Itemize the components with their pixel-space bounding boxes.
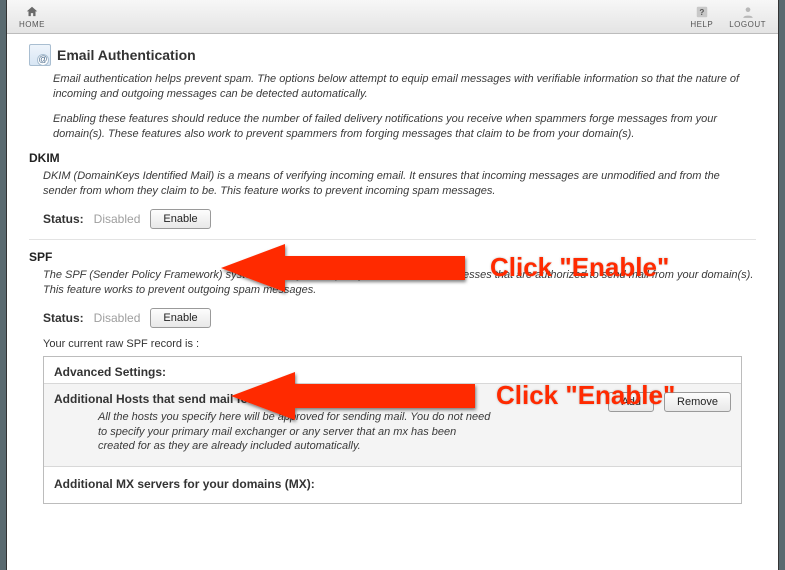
dkim-heading: DKIM: [29, 151, 756, 165]
spf-status-label: Status:: [43, 311, 84, 325]
home-icon: [24, 5, 40, 19]
nav-home[interactable]: HOME: [15, 3, 49, 31]
intro-paragraph-2: Enabling these features should reduce th…: [53, 112, 756, 142]
spf-status-row: Status: Disabled Enable: [43, 308, 756, 328]
nav-help-label: HELP: [690, 20, 713, 29]
dkim-status-label: Status:: [43, 212, 84, 226]
advanced-mx-row: Additional MX servers for your domains (…: [44, 466, 741, 503]
page-title: Email Authentication: [57, 47, 196, 63]
nav-help[interactable]: ? HELP: [686, 3, 717, 31]
nav-home-label: HOME: [19, 20, 45, 29]
advanced-hosts-desc: All the hosts you specify here will be a…: [54, 410, 494, 455]
advanced-settings-box: Advanced Settings: Additional Hosts that…: [43, 356, 742, 505]
intro-paragraph-1: Email authentication helps prevent spam.…: [53, 72, 756, 102]
dkim-status-row: Status: Disabled Enable: [43, 209, 756, 229]
dkim-enable-button[interactable]: Enable: [150, 209, 210, 229]
svg-text:?: ?: [699, 7, 704, 16]
top-navbar: HOME ? HELP LOGOUT: [7, 0, 778, 34]
dkim-description: DKIM (DomainKeys Identified Mail) is a m…: [43, 169, 756, 199]
spf-raw-note: Your current raw SPF record is :: [43, 338, 756, 350]
email-auth-icon: [29, 44, 51, 66]
annotation-label-dkim: Click "Enable": [490, 252, 669, 283]
content-area: Email Authentication Email authenticatio…: [7, 34, 778, 570]
nav-logout-label: LOGOUT: [729, 20, 766, 29]
divider: [29, 239, 756, 240]
nav-logout[interactable]: LOGOUT: [725, 3, 770, 31]
annotation-label-spf: Click "Enable": [496, 380, 675, 411]
advanced-settings-heading: Advanced Settings:: [44, 357, 741, 383]
advanced-mx-title: Additional MX servers for your domains (…: [54, 477, 731, 491]
logout-icon: [740, 5, 756, 19]
dkim-status-value: Disabled: [94, 212, 141, 226]
spf-status-value: Disabled: [94, 311, 141, 325]
spf-enable-button[interactable]: Enable: [150, 308, 210, 328]
help-icon: ?: [694, 5, 710, 19]
